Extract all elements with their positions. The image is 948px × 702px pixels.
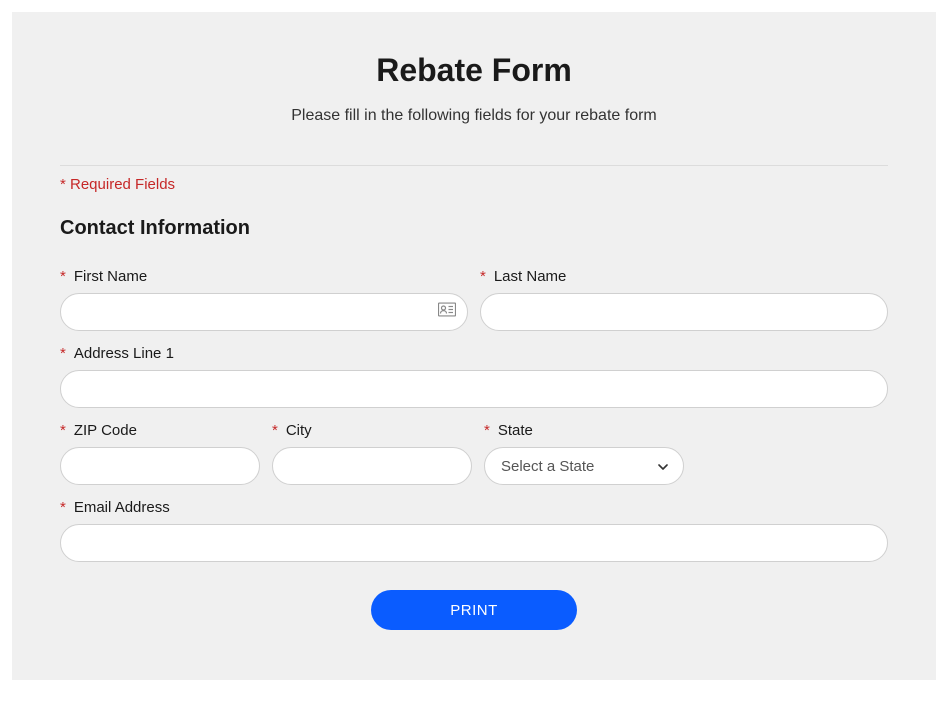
label-text-state: State: [498, 422, 533, 439]
required-asterisk: *: [60, 499, 66, 516]
input-wrap-city: [272, 447, 472, 485]
field-state: * State Select a State: [484, 422, 684, 485]
select-wrap-state: Select a State: [484, 447, 684, 485]
button-row: PRINT: [60, 590, 888, 630]
label-state: * State: [484, 422, 684, 439]
row-name: * First Name *: [60, 268, 888, 331]
label-text-city: City: [286, 422, 312, 439]
state-select[interactable]: Select a State: [484, 447, 684, 485]
required-asterisk: *: [272, 422, 278, 439]
label-address1: * Address Line 1: [60, 345, 888, 362]
field-email: * Email Address: [60, 499, 888, 562]
last-name-input[interactable]: [480, 293, 888, 331]
input-wrap-last-name: [480, 293, 888, 331]
print-button[interactable]: PRINT: [371, 590, 577, 630]
page-title: Rebate Form: [60, 52, 888, 89]
input-wrap-first-name: [60, 293, 468, 331]
field-address1: * Address Line 1: [60, 345, 888, 408]
input-wrap-zip: [60, 447, 260, 485]
field-city: * City: [272, 422, 472, 485]
label-text-zip: ZIP Code: [74, 422, 137, 439]
email-input[interactable]: [60, 524, 888, 562]
row-zip-city-state: * ZIP Code * City * State Selec: [60, 422, 888, 485]
page-subtitle: Please fill in the following fields for …: [60, 107, 888, 125]
label-text-address1: Address Line 1: [74, 345, 174, 362]
field-zip: * ZIP Code: [60, 422, 260, 485]
field-first-name: * First Name: [60, 268, 468, 331]
first-name-input[interactable]: [60, 293, 468, 331]
label-text-first-name: First Name: [74, 268, 147, 285]
address1-input[interactable]: [60, 370, 888, 408]
city-input[interactable]: [272, 447, 472, 485]
label-city: * City: [272, 422, 472, 439]
label-zip: * ZIP Code: [60, 422, 260, 439]
input-wrap-address1: [60, 370, 888, 408]
row-address: * Address Line 1: [60, 345, 888, 408]
field-last-name: * Last Name: [480, 268, 888, 331]
input-wrap-email: [60, 524, 888, 562]
label-text-last-name: Last Name: [494, 268, 567, 285]
required-asterisk: *: [60, 422, 66, 439]
label-first-name: * First Name: [60, 268, 468, 285]
label-text-email: Email Address: [74, 499, 170, 516]
required-asterisk: *: [480, 268, 486, 285]
row-email: * Email Address: [60, 499, 888, 562]
required-asterisk: *: [60, 345, 66, 362]
required-fields-note: * Required Fields: [60, 176, 888, 193]
label-last-name: * Last Name: [480, 268, 888, 285]
required-asterisk: *: [60, 268, 66, 285]
form-container: Rebate Form Please fill in the following…: [12, 12, 936, 680]
label-email: * Email Address: [60, 499, 888, 516]
zip-input[interactable]: [60, 447, 260, 485]
divider: [60, 165, 888, 166]
required-asterisk: *: [484, 422, 490, 439]
section-title-contact: Contact Information: [60, 217, 888, 240]
